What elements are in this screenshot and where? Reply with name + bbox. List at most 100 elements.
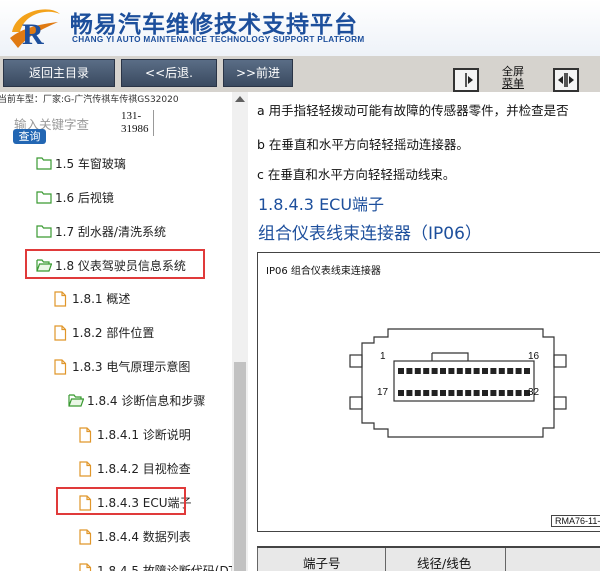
terminal-table-header: 端子号 线径/线色 xyxy=(257,546,600,571)
col-terminal: 端子号 xyxy=(303,556,341,571)
connector-diagram: 1 16 17 32 xyxy=(257,252,600,532)
connector-pin xyxy=(482,368,488,374)
tree-item[interactable]: 1.8.2 部件位置 xyxy=(53,323,154,341)
selected-highlight xyxy=(25,249,205,279)
pin-row-top xyxy=(398,368,530,374)
instruction-a: a 用手指轻轻拨动可能有故障的传感器零件，并检查是否 xyxy=(257,103,569,118)
col-sep xyxy=(385,548,386,571)
tree-item-label: 1.8.1 概述 xyxy=(72,291,131,306)
pin-label-16: 16 xyxy=(528,351,540,362)
col-sep xyxy=(257,548,258,571)
section-heading: 1.8.4.3 ECU端子 xyxy=(258,195,385,214)
tree-item-label: 1.8.2 部件位置 xyxy=(72,325,155,340)
connector-pin xyxy=(524,368,530,374)
fullscreen-menu-link[interactable]: 全屏 菜单 xyxy=(496,66,530,90)
navigation-panel: 当前车型：厂家:G-广汽传祺车传祺GS32020 输入关键字查 查询 131- … xyxy=(0,92,248,571)
connector-pin xyxy=(507,390,514,396)
tree-item[interactable]: 1.8.4.5 故障诊断代码(DT xyxy=(78,561,236,571)
content-panel: a 用手指轻轻拨动可能有故障的传感器零件，并检查是否 b 在垂直和水平方向轻轻摇… xyxy=(249,92,600,571)
connector-pin xyxy=(431,390,438,396)
tree-item[interactable]: 1.8.4.2 目视检查 xyxy=(78,459,191,477)
tree-item[interactable]: 1.8.3 电气原理示意图 xyxy=(53,357,190,375)
folder-icon xyxy=(36,156,52,170)
tree-item[interactable]: 1.7 刮水器/清洗系统 xyxy=(36,222,166,240)
pin-label-17: 17 xyxy=(377,387,389,398)
folder-icon xyxy=(36,190,52,204)
instruction-b: b 在垂直和水平方向轻轻摇动连接器。 xyxy=(257,137,469,152)
section-subheading: 组合仪表线束连接器（IP06） xyxy=(258,224,482,244)
scroll-up-icon[interactable] xyxy=(235,96,245,102)
connector-pin xyxy=(414,390,421,396)
code-line-2: 31986 xyxy=(121,123,149,135)
back-button[interactable]: <<后退. xyxy=(121,59,217,87)
connector-pin xyxy=(456,368,463,374)
tree-item[interactable]: 1.8.4.4 数据列表 xyxy=(78,527,191,545)
app-title: 畅易汽车维修技术支持平台 xyxy=(70,12,358,38)
connector-pin xyxy=(482,390,488,396)
col-wire: 线径/线色 xyxy=(417,556,472,571)
connector-pin xyxy=(440,368,446,374)
search-button[interactable]: 查询 xyxy=(13,129,46,144)
pin-row-bottom xyxy=(398,390,530,396)
connector-pin xyxy=(448,368,455,374)
svg-text:R: R xyxy=(22,18,44,51)
tree-item[interactable]: 1.6 后视镜 xyxy=(36,188,114,206)
code-display: 131- 31986 xyxy=(121,110,154,136)
document-icon xyxy=(78,563,94,571)
tree-item-label: 1.7 刮水器/清洗系统 xyxy=(55,224,166,239)
menu-label: 菜单 xyxy=(502,77,524,90)
pin-label-1: 1 xyxy=(380,351,386,362)
connector-pin xyxy=(440,390,446,396)
collapse-panel-button[interactable] xyxy=(453,68,479,92)
col-sep xyxy=(505,548,506,571)
tree-item[interactable]: 1.8.4.1 诊断说明 xyxy=(78,425,191,443)
connector-pin xyxy=(414,368,421,374)
connector-pin xyxy=(406,390,413,396)
expand-panel-button[interactable] xyxy=(553,68,579,92)
tree-item-label: 1.8.4.1 诊断说明 xyxy=(97,427,191,442)
tree-item-label: 1.8.4.5 故障诊断代码(DT xyxy=(97,563,237,571)
connector-pin xyxy=(406,368,413,374)
tree-item[interactable]: 1.8.4 诊断信息和步骤 xyxy=(68,391,205,409)
connector-pin xyxy=(515,368,522,374)
connector-pin xyxy=(498,368,505,374)
connector-pin xyxy=(498,390,505,396)
tree-item-label: 1.8.4.4 数据列表 xyxy=(97,529,191,544)
tree-item-label: 1.5 车窗玻璃 xyxy=(55,156,126,171)
connector-drawing: 1 16 17 32 xyxy=(349,328,567,438)
logo-icon: R xyxy=(10,9,60,51)
connector-pin xyxy=(456,390,463,396)
connector-pin xyxy=(423,368,430,374)
connector-pin xyxy=(490,390,497,396)
tree-item[interactable]: 1.8.1 概述 xyxy=(53,289,130,307)
document-icon xyxy=(78,529,94,545)
panel-split-icon xyxy=(558,73,574,87)
document-icon xyxy=(53,325,69,341)
tree-item-label: 1.8.4.2 目视检查 xyxy=(97,461,191,476)
connector-pin xyxy=(465,390,472,396)
forward-button[interactable]: >>前进 xyxy=(223,59,293,87)
document-icon xyxy=(53,359,69,375)
folder-open-icon xyxy=(68,393,85,407)
connector-pin xyxy=(465,368,472,374)
tree-item[interactable]: 1.5 车窗玻璃 xyxy=(36,154,126,172)
instruction-c: c 在垂直和水平方向轻轻摇动线束。 xyxy=(257,167,456,182)
connector-pin xyxy=(507,368,514,374)
tree-item-label: 1.8.4 诊断信息和步骤 xyxy=(87,393,206,408)
diagram-code: RMA76-11- xyxy=(551,515,600,527)
document-icon xyxy=(78,427,94,443)
document-icon xyxy=(53,291,69,307)
left-scrollbar[interactable] xyxy=(232,92,248,571)
back-home-button[interactable]: 返回主目录 xyxy=(3,59,115,87)
connector-pin xyxy=(431,368,438,374)
diagram-title: IP06 组合仪表线束连接器 xyxy=(266,266,381,277)
connector-pin xyxy=(473,390,480,396)
connector-pin xyxy=(473,368,480,374)
code-line-1: 131- xyxy=(121,110,142,122)
tree-item-label: 1.6 后视镜 xyxy=(55,190,114,205)
selected-highlight xyxy=(56,487,186,515)
scroll-thumb[interactable] xyxy=(234,362,246,571)
pin-label-32: 32 xyxy=(528,387,540,398)
connector-pin xyxy=(490,368,497,374)
document-icon xyxy=(78,461,94,477)
